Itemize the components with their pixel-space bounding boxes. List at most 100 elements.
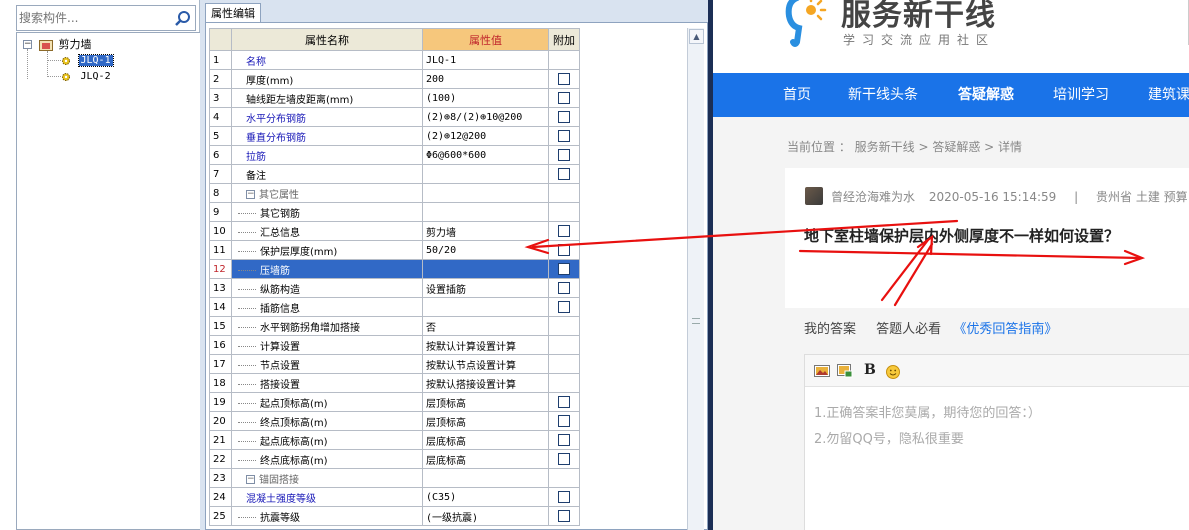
image-upload-icon[interactable] (837, 364, 853, 378)
property-row[interactable]: 13 纵筋构造 设置插筋 (209, 278, 580, 298)
property-value-cell[interactable]: 层底标高 (422, 449, 549, 469)
property-value-cell[interactable]: Φ6@600*600 (422, 145, 549, 165)
property-value-cell[interactable] (422, 468, 549, 488)
emoji-icon[interactable] (885, 364, 901, 379)
bold-button[interactable]: B (864, 362, 876, 378)
property-row[interactable]: 9 其它钢筋 (209, 202, 580, 222)
extra-checkbox[interactable] (558, 396, 570, 408)
nav-construction-course[interactable]: 建筑课 (1148, 73, 1189, 117)
property-name-cell: 水平分布钢筋 (231, 107, 423, 127)
property-row[interactable]: 10 汇总信息 剪力墙 (209, 221, 580, 241)
extra-checkbox[interactable] (558, 415, 570, 427)
extra-checkbox[interactable] (558, 225, 570, 237)
extra-checkbox[interactable] (558, 168, 570, 180)
extra-cell (548, 240, 580, 260)
search-icon[interactable] (173, 9, 193, 29)
answer-editor[interactable]: B 1.正确答案非您莫属，期待您的回答：） 2.勿留QQ号，隐私很重要 (804, 354, 1189, 530)
asker-name[interactable]: 曾经沧海难为水 (831, 190, 915, 204)
tab-property-edit[interactable]: 属性编辑 (205, 3, 261, 23)
property-row[interactable]: 24 混凝土强度等级 (C35) (209, 487, 580, 507)
property-value-cell[interactable]: 200 (422, 69, 549, 89)
scroll-up-icon[interactable]: ▲ (689, 29, 704, 44)
extra-checkbox[interactable] (558, 149, 570, 161)
tree-connector (238, 422, 256, 423)
property-value-cell[interactable]: (一级抗震) (422, 506, 549, 526)
property-row[interactable]: 11 保护层厚度(mm) 50/20 (209, 240, 580, 260)
property-value-cell[interactable]: 按默认节点设置计算 (422, 354, 549, 374)
nav-training[interactable]: 培训学习 (1053, 73, 1109, 117)
row-number: 15 (209, 316, 232, 336)
property-value-cell[interactable] (422, 183, 549, 203)
tree-node-shear-wall[interactable]: − 剪力墙 (23, 37, 94, 53)
property-value-cell[interactable]: (100) (422, 88, 549, 108)
extra-checkbox[interactable] (558, 92, 570, 104)
question-title: 地下室柱墙保护层内外侧厚度不一样如何设置？ (804, 227, 1120, 245)
property-value-cell[interactable]: (C35) (422, 487, 549, 507)
property-value-cell[interactable] (422, 259, 549, 279)
avatar[interactable] (805, 187, 823, 205)
tree-item-jlq-1[interactable]: JLQ-1 (61, 52, 114, 68)
property-value-cell[interactable]: 设置插筋 (422, 278, 549, 298)
property-row[interactable]: 15 水平钢筋拐角增加搭接 否 (209, 316, 580, 336)
site-name[interactable]: 服务新干线 (841, 0, 996, 34)
extra-checkbox[interactable] (558, 510, 570, 522)
property-row[interactable]: 19 起点顶标高(m) 层顶标高 (209, 392, 580, 412)
property-row[interactable]: 17 节点设置 按默认节点设置计算 (209, 354, 580, 374)
property-row[interactable]: 18 搭接设置 按默认搭接设置计算 (209, 373, 580, 393)
property-row[interactable]: 20 终点顶标高(m) 层顶标高 (209, 411, 580, 431)
group-collapse-toggle[interactable]: − (246, 190, 255, 199)
scroll-grip[interactable] (692, 318, 700, 324)
nav-qa[interactable]: 答疑解惑 (958, 73, 1014, 117)
search-input[interactable] (19, 8, 169, 28)
property-row[interactable]: 22 终点底标高(m) 层底标高 (209, 449, 580, 469)
property-row[interactable]: 5 垂直分布钢筋 (2)⊕12@200 (209, 126, 580, 146)
property-value-cell[interactable]: 50/20 (422, 240, 549, 260)
vertical-scrollbar[interactable]: ▲ (687, 28, 704, 530)
collapse-toggle[interactable]: − (23, 40, 32, 49)
extra-checkbox[interactable] (558, 130, 570, 142)
property-value-cell[interactable]: 层顶标高 (422, 411, 549, 431)
property-value-cell[interactable]: 按默认搭接设置计算 (422, 373, 549, 393)
extra-checkbox[interactable] (558, 301, 570, 313)
breadcrumb[interactable]: 当前位置 ： 服务新干线 > 答疑解惑 > 详情 (787, 138, 1022, 155)
property-value-cell[interactable]: 剪力墙 (422, 221, 549, 241)
answer-guide-link[interactable]: 《优秀回答指南》 (953, 322, 1057, 337)
property-row[interactable]: 8− 其它属性 (209, 183, 580, 203)
property-row[interactable]: 1 名称 JLQ-1 (209, 50, 580, 70)
extra-checkbox[interactable] (558, 282, 570, 294)
property-value-cell[interactable] (422, 202, 549, 222)
property-row[interactable]: 23− 锚固搭接 (209, 468, 580, 488)
property-value-cell[interactable]: 按默认计算设置计算 (422, 335, 549, 355)
extra-checkbox[interactable] (558, 244, 570, 256)
extra-checkbox[interactable] (558, 453, 570, 465)
property-row[interactable]: 7 备注 (209, 164, 580, 184)
extra-checkbox[interactable] (558, 491, 570, 503)
property-value-cell[interactable]: (2)⊕12@200 (422, 126, 549, 146)
extra-checkbox[interactable] (558, 263, 570, 275)
property-value-cell[interactable]: JLQ-1 (422, 50, 549, 70)
property-row[interactable]: 21 起点底标高(m) 层底标高 (209, 430, 580, 450)
image-icon[interactable] (814, 364, 830, 378)
property-row[interactable]: 3 轴线距左墙皮距离(mm) (100) (209, 88, 580, 108)
property-row[interactable]: 2 厚度(mm) 200 (209, 69, 580, 89)
extra-checkbox[interactable] (558, 111, 570, 123)
property-value-cell[interactable]: 层顶标高 (422, 392, 549, 412)
property-row[interactable]: 12 压墙筋 (209, 259, 580, 279)
property-row[interactable]: 14 插筋信息 (209, 297, 580, 317)
property-row[interactable]: 25 抗震等级 (一级抗震) (209, 506, 580, 526)
group-collapse-toggle[interactable]: − (246, 475, 255, 484)
property-row[interactable]: 4 水平分布钢筋 (2)⊕8/(2)⊕10@200 (209, 107, 580, 127)
property-row[interactable]: 6 拉筋 Φ6@600*600 (209, 145, 580, 165)
tree-item-jlq-2[interactable]: JLQ-2 (61, 68, 113, 84)
property-value-cell[interactable] (422, 297, 549, 317)
property-value-cell[interactable]: (2)⊕8/(2)⊕10@200 (422, 107, 549, 127)
nav-home[interactable]: 首页 (783, 73, 811, 117)
nav-headlines[interactable]: 新干线头条 (848, 73, 918, 117)
property-row[interactable]: 16 计算设置 按默认计算设置计算 (209, 335, 580, 355)
extra-checkbox[interactable] (558, 73, 570, 85)
extra-checkbox[interactable] (558, 434, 570, 446)
property-value-cell[interactable] (422, 164, 549, 184)
property-value-cell[interactable]: 否 (422, 316, 549, 336)
property-value-cell[interactable]: 层底标高 (422, 430, 549, 450)
extra-header: 附加 (548, 28, 580, 51)
